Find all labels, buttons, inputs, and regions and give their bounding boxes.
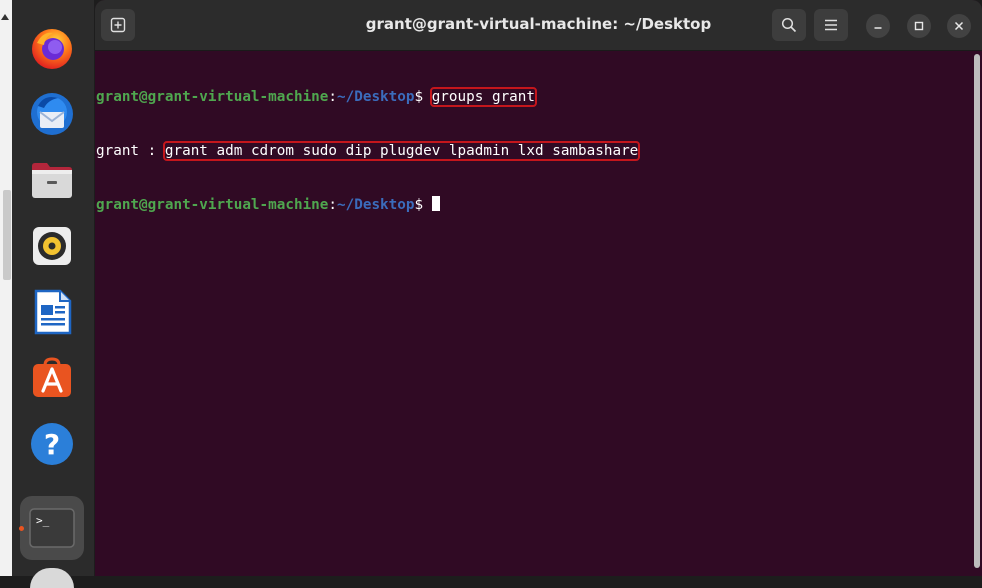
svg-text:?: ? <box>44 428 60 461</box>
thunderbird-icon <box>31 93 73 135</box>
maximize-button[interactable] <box>907 14 931 38</box>
menu-button[interactable] <box>814 9 848 41</box>
running-indicator <box>19 526 24 531</box>
terminal-window: grant@grant-virtual-machine: ~/Desktop g… <box>95 0 982 576</box>
prompt-dollar: $ <box>414 89 424 105</box>
dock-item-terminal[interactable]: >_ <box>19 496 84 560</box>
terminal-icon: >_ <box>29 508 75 548</box>
scroll-up-arrow-icon[interactable] <box>1 14 9 20</box>
prompt-colon: : <box>328 197 338 213</box>
prompt-user-host: grant@grant-virtual-machine <box>96 197 329 213</box>
close-icon <box>954 21 964 31</box>
dock-item-thunderbird[interactable] <box>26 88 78 140</box>
terminal-line-3: grant@grant-virtual-machine:~/Desktop$ <box>96 196 970 214</box>
command-text-highlighted: groups grant <box>429 87 538 107</box>
hamburger-menu-icon <box>825 19 837 31</box>
firefox-icon <box>32 29 72 69</box>
terminal-line-2: grant : grant adm cdrom sudo dip plugdev… <box>96 141 970 161</box>
libreoffice-writer-icon <box>34 289 72 335</box>
terminal-scrollbar[interactable] <box>974 54 980 568</box>
window-title: grant@grant-virtual-machine: ~/Desktop <box>365 15 712 33</box>
help-icon: ? <box>31 423 73 465</box>
search-button[interactable] <box>772 9 806 41</box>
groups-output-highlighted: grant adm cdrom sudo dip plugdev lpadmin… <box>162 141 641 161</box>
app-center-icon <box>33 357 71 397</box>
dock: ? >_ <box>12 0 94 588</box>
svg-text:>_: >_ <box>36 514 50 527</box>
close-button[interactable] <box>947 14 971 38</box>
text-cursor <box>431 196 440 211</box>
dock-item-firefox[interactable] <box>26 22 78 74</box>
background-window-edge <box>0 0 12 576</box>
background-scrollbar-thumb[interactable] <box>3 190 11 280</box>
dock-item-partial[interactable] <box>30 568 74 588</box>
minimize-icon <box>874 27 882 29</box>
terminal-output[interactable]: grant@grant-virtual-machine:~/Desktop$ g… <box>96 52 970 576</box>
dock-item-rhythmbox[interactable] <box>26 220 78 272</box>
minimize-button[interactable] <box>866 14 890 38</box>
maximize-icon <box>914 21 924 31</box>
dock-item-help[interactable]: ? <box>26 418 78 470</box>
dock-item-files[interactable] <box>26 154 78 206</box>
prompt-path: ~/Desktop <box>337 89 415 105</box>
rhythmbox-icon <box>33 227 71 265</box>
output-prefix: grant : <box>96 143 165 159</box>
prompt-path: ~/Desktop <box>337 197 415 213</box>
dock-item-libreoffice-writer[interactable] <box>26 286 78 338</box>
prompt-user-host: grant@grant-virtual-machine <box>96 89 329 105</box>
terminal-line-1: grant@grant-virtual-machine:~/Desktop$ g… <box>96 87 970 107</box>
dock-item-app-center[interactable] <box>26 352 78 404</box>
files-icon <box>32 163 72 198</box>
search-icon <box>781 17 797 33</box>
prompt-dollar: $ <box>414 197 424 213</box>
headerbar: grant@grant-virtual-machine: ~/Desktop <box>95 0 982 51</box>
prompt-colon: : <box>328 89 338 105</box>
